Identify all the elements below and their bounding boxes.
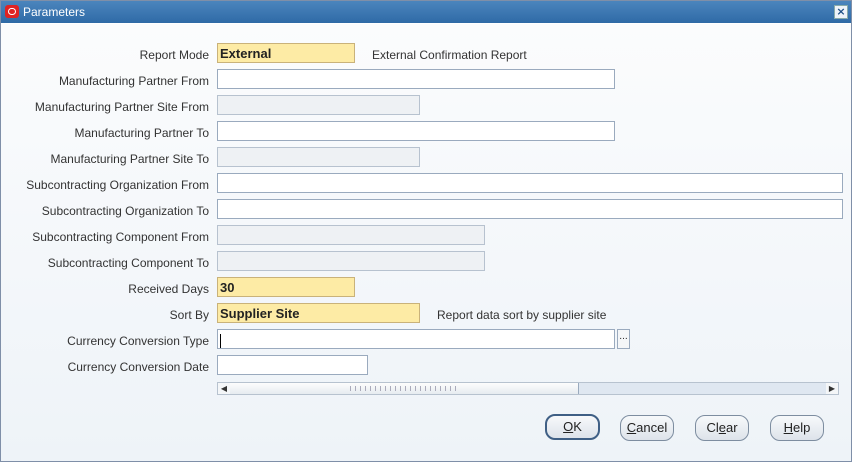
close-icon[interactable]: × — [834, 5, 848, 19]
mfg-partner-site-from-field[interactable] — [217, 95, 420, 115]
scroll-thumb[interactable] — [230, 383, 579, 394]
subcon-org-to-field[interactable] — [217, 199, 843, 219]
scroll-left-icon[interactable]: ◀ — [218, 383, 230, 394]
cancel-mnemonic: C — [626, 420, 637, 435]
help-mnemonic: H — [783, 420, 794, 435]
parameters-form: Report Mode External External Confirmati… — [1, 24, 851, 461]
horizontal-scrollbar[interactable]: ◀ ▶ — [217, 382, 839, 395]
mfg-partner-to-label: Manufacturing Partner To — [74, 126, 209, 140]
sort-by-label: Sort By — [169, 308, 209, 322]
clear-label: ar — [725, 420, 738, 435]
oracle-icon — [5, 5, 19, 18]
received-days-label: Received Days — [128, 282, 209, 296]
help-button[interactable]: Help — [770, 415, 824, 441]
ok-mnemonic: O — [563, 419, 574, 434]
mfg-partner-from-field[interactable] — [217, 69, 615, 89]
currency-conv-type-label: Currency Conversion Type — [67, 334, 209, 348]
received-days-field[interactable]: 30 — [217, 277, 355, 297]
help-label: elp — [793, 420, 811, 435]
clear-button[interactable]: Clear — [695, 415, 749, 441]
sort-by-hint: Report data sort by supplier site — [437, 308, 607, 322]
subcon-org-from-label: Subcontracting Organization From — [26, 178, 209, 192]
subcon-comp-from-label: Subcontracting Component From — [32, 230, 209, 244]
currency-conv-date-field[interactable] — [217, 355, 368, 375]
text-caret — [220, 333, 221, 348]
subcon-comp-to-field[interactable] — [217, 251, 485, 271]
scroll-grip — [350, 386, 460, 391]
mfg-partner-site-to-field[interactable] — [217, 147, 420, 167]
window-title: Parameters — [23, 5, 86, 19]
report-mode-field[interactable]: External — [217, 43, 355, 63]
title-bar: Parameters × — [1, 1, 851, 23]
report-mode-hint: External Confirmation Report — [372, 48, 527, 62]
mfg-partner-to-field[interactable] — [217, 121, 615, 141]
cancel-label: ancel — [636, 420, 668, 435]
scroll-right-icon[interactable]: ▶ — [826, 383, 838, 394]
subcon-org-from-field[interactable] — [217, 173, 843, 193]
subcon-comp-from-field[interactable] — [217, 225, 485, 245]
mfg-partner-site-from-label: Manufacturing Partner Site From — [34, 100, 209, 114]
ok-label: K — [573, 419, 582, 434]
report-mode-label: Report Mode — [139, 48, 209, 62]
subcon-comp-to-label: Subcontracting Component To — [47, 256, 209, 270]
currency-conv-date-label: Currency Conversion Date — [67, 360, 209, 374]
mfg-partner-from-label: Manufacturing Partner From — [58, 74, 209, 88]
cancel-button[interactable]: Cancel — [620, 415, 674, 441]
parameters-window: Parameters × Report Mode External Extern… — [0, 0, 852, 462]
clear-label-pre: Cl — [706, 420, 719, 435]
ellipsis-icon[interactable]: ... — [617, 329, 630, 349]
clear-mnemonic: e — [718, 420, 726, 435]
sort-by-field[interactable]: Supplier Site — [217, 303, 420, 323]
subcon-org-to-label: Subcontracting Organization To — [41, 204, 209, 218]
currency-conv-type-field[interactable] — [217, 329, 615, 349]
mfg-partner-site-to-label: Manufacturing Partner Site To — [50, 152, 209, 166]
ok-button[interactable]: OK — [545, 414, 600, 440]
